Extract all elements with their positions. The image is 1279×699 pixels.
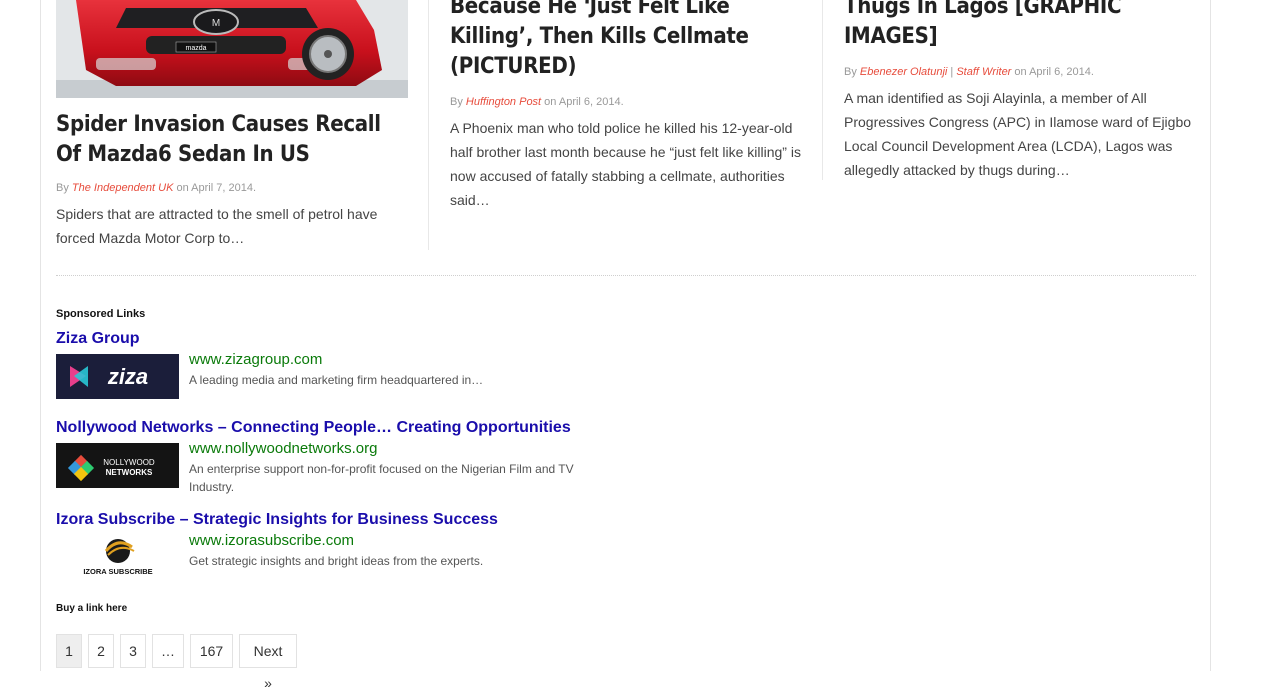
author-link[interactable]: Huffington Post [466, 96, 541, 108]
ad-url-link[interactable]: www.nollywoodnetworks.org [189, 440, 377, 457]
nollywood-logo-icon: NOLLYWOOD NETWORKS [56, 443, 179, 488]
page-1-current: 1 [56, 634, 82, 668]
ad-title-link[interactable]: Izora Subscribe – Strategic Insights for… [56, 511, 756, 529]
pagination: 1 2 3 … 167 Next » [56, 634, 303, 691]
post-title-link[interactable]: Because He ‘Just Felt Like Killing’, The… [450, 0, 802, 82]
column-divider [822, 0, 823, 180]
post-title-link[interactable]: Spider Invasion Causes Recall Of Mazda6 … [56, 110, 408, 170]
post-meta: By The Independent UK on April 7, 2014. [56, 180, 408, 196]
post-meta: By Ebenezer Olatunji | Staff Writer on A… [844, 64, 1196, 80]
meta-by: By [844, 66, 860, 78]
author-link[interactable]: The Independent UK [72, 182, 174, 194]
author-link[interactable]: Staff Writer [956, 66, 1011, 78]
izora-logo[interactable]: IZORA SUBSCRIBE [56, 535, 179, 579]
ad-description: A leading media and marketing firm headq… [189, 373, 484, 387]
mazda-plate: mazda [185, 45, 206, 52]
page-3-link[interactable]: 3 [120, 634, 146, 668]
ziza-logo-icon: ziza [56, 354, 179, 399]
ad-title-link[interactable]: Ziza Group [56, 330, 756, 348]
post-card-3: Thugs In Lagos [GRAPHIC IMAGES] By Ebene… [844, 0, 1196, 182]
ad-description: An enterprise support non-for-profit foc… [189, 462, 574, 494]
ad-url-link[interactable]: www.izorasubscribe.com [189, 532, 354, 549]
page-167-link[interactable]: 167 [190, 634, 233, 668]
nollywood-logo[interactable]: NOLLYWOOD NETWORKS [56, 443, 179, 488]
meta-by: By [450, 96, 466, 108]
nollywood-logo-text-1: NOLLYWOOD [103, 458, 155, 467]
ad-description: Get strategic insights and bright ideas … [189, 554, 484, 568]
author-separator: | [947, 66, 957, 78]
content-area: M mazda Spider Invasion Causes Recall Of… [40, 0, 1211, 691]
buy-link[interactable]: Buy a link here [56, 603, 127, 614]
ziza-logo[interactable]: ziza [56, 354, 179, 399]
sponsored-heading: Sponsored Links [56, 308, 146, 320]
section-divider [56, 275, 1196, 276]
author-link[interactable]: Ebenezer Olatunji [860, 66, 947, 78]
pagination-ellipsis: … [152, 634, 184, 668]
meta-date: on April 6, 2014. [541, 96, 624, 108]
red-car-image: M mazda [56, 0, 408, 98]
meta-by: By [56, 182, 72, 194]
meta-date: on April 6, 2014. [1011, 66, 1094, 78]
ad-title-link[interactable]: Nollywood Networks – Connecting People… … [56, 419, 756, 437]
sponsored-links: Sponsored Links Ziza Group ziza www.ziza… [56, 308, 756, 579]
post-excerpt: A Phoenix man who told police he killed … [450, 120, 801, 208]
ad-url-link[interactable]: www.zizagroup.com [189, 351, 322, 368]
post-thumbnail-mazda[interactable]: M mazda [56, 0, 408, 98]
page-2-link[interactable]: 2 [88, 634, 114, 668]
post-excerpt: A man identified as Soji Alayinla, a mem… [844, 90, 1192, 178]
izora-logo-icon: IZORA SUBSCRIBE [56, 535, 179, 579]
post-card-1: M mazda Spider Invasion Causes Recall Of… [56, 0, 408, 250]
ziza-logo-text: ziza [107, 364, 148, 389]
svg-text:M: M [212, 18, 220, 29]
post-title-link[interactable]: Thugs In Lagos [GRAPHIC IMAGES] [844, 0, 1196, 52]
post-card-2: Because He ‘Just Felt Like Killing’, The… [450, 0, 802, 212]
meta-date: on April 7, 2014. [173, 182, 256, 194]
post-meta: By Huffington Post on April 6, 2014. [450, 94, 802, 110]
next-page-link[interactable]: Next » [239, 634, 297, 691]
post-excerpt: Spiders that are attracted to the smell … [56, 206, 378, 246]
izora-logo-text: IZORA SUBSCRIBE [83, 567, 152, 576]
column-divider [428, 0, 429, 250]
nollywood-logo-text-2: NETWORKS [106, 468, 153, 477]
